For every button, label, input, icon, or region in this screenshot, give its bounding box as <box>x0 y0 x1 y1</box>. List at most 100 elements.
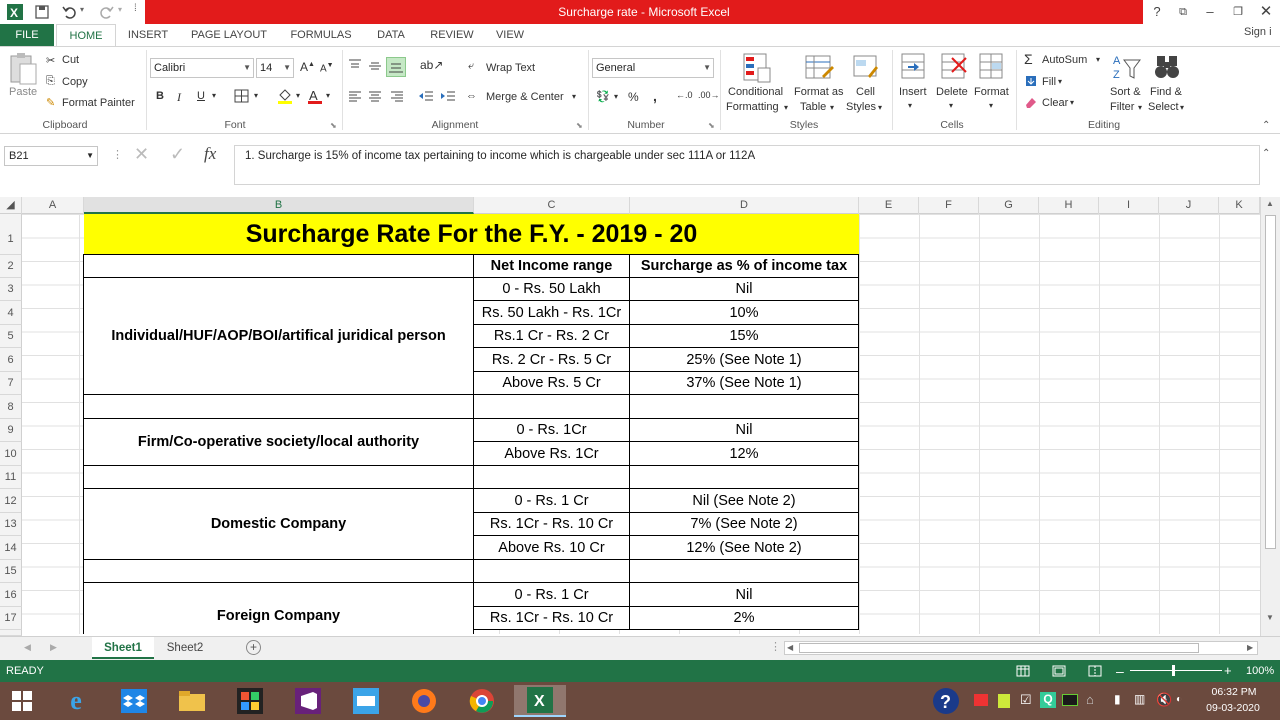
row-header[interactable]: 7 <box>0 372 22 395</box>
row-header[interactable]: 5 <box>0 325 22 348</box>
zoom-out-icon[interactable]: – <box>1116 660 1124 682</box>
income-range-cell[interactable]: Above Rs. 10 Cr <box>474 536 630 560</box>
conditional-formatting-line2[interactable]: Formatting <box>726 101 779 113</box>
format-painter-button[interactable]: Format Painter <box>62 97 135 109</box>
font-color-icon[interactable]: A <box>306 87 324 105</box>
surcharge-rate-cell[interactable]: Nil (See Note 2) <box>630 489 859 513</box>
tab-file[interactable]: FILE <box>0 24 54 46</box>
chevron-down-icon[interactable]: ▾ <box>212 91 216 100</box>
chevron-down-icon[interactable]: ▾ <box>784 103 788 112</box>
tab-formulas[interactable]: FORMULAS <box>284 24 358 46</box>
column-header[interactable]: D <box>630 197 859 214</box>
surcharge-rate-cell[interactable]: 12% <box>630 442 859 466</box>
find-select-line2[interactable]: Select <box>1148 101 1179 113</box>
insert-function-icon[interactable]: fx <box>204 144 216 164</box>
row-header[interactable]: 3 <box>0 278 22 301</box>
row-header[interactable]: 17 <box>0 607 22 630</box>
column-header-selected[interactable]: B <box>84 197 474 214</box>
taskbar-chrome[interactable] <box>462 685 502 717</box>
excel-app-icon[interactable]: X <box>6 3 24 21</box>
tab-page-layout[interactable]: PAGE LAYOUT <box>186 24 272 46</box>
column-header[interactable]: A <box>22 197 84 214</box>
zoom-slider-thumb[interactable] <box>1172 665 1175 676</box>
network-icon[interactable]: ▥ <box>1134 692 1145 706</box>
add-sheet-icon[interactable]: + <box>246 640 261 655</box>
chevron-down-icon[interactable]: ▾ <box>614 92 618 101</box>
format-button[interactable]: Format <box>974 86 1009 98</box>
copy-button[interactable]: Copy <box>62 76 88 88</box>
increase-indent-icon[interactable] <box>440 90 456 102</box>
income-range-cell[interactable]: Rs. 50 Lakh - Rs. 1Cr <box>474 301 630 325</box>
sign-in-link[interactable]: Sign i <box>1244 26 1272 38</box>
orientation-icon[interactable]: ab↗ <box>420 58 443 72</box>
dialog-launcher-icon[interactable]: ⬊ <box>576 121 583 130</box>
minimize-icon[interactable]: – <box>1200 2 1220 22</box>
comma-button[interactable]: , <box>653 88 657 104</box>
cancel-formula-icon[interactable]: ✕ <box>134 144 149 165</box>
tray-icon[interactable] <box>998 694 1010 708</box>
blank-cell[interactable] <box>84 466 474 489</box>
blank-cell[interactable] <box>630 560 859 583</box>
vertical-scroll-thumb[interactable] <box>1265 215 1276 549</box>
chevron-down-icon[interactable]: ▾ <box>1070 98 1074 107</box>
borders-icon[interactable] <box>234 89 250 103</box>
taskbar-app[interactable] <box>230 685 270 717</box>
row-header[interactable]: 15 <box>0 560 22 583</box>
row-header[interactable]: 12 <box>0 489 22 513</box>
taskbar-date[interactable]: 09-03-2020 <box>1202 702 1264 714</box>
category-foreign-cell[interactable]: Foreign Company <box>84 583 474 634</box>
battery-icon[interactable]: ▮ <box>1114 692 1121 706</box>
sort-filter-icon[interactable]: AZ <box>1112 52 1142 82</box>
paste-button[interactable]: Paste <box>9 86 37 98</box>
surcharge-rate-cell[interactable]: Nil <box>630 583 859 607</box>
clear-button[interactable]: Clear <box>1042 97 1068 109</box>
chevron-down-icon[interactable]: ▾ <box>1096 55 1100 64</box>
income-range-cell[interactable]: Rs.1 Cr - Rs. 2 Cr <box>474 325 630 348</box>
taskbar-time[interactable]: 06:32 PM <box>1204 686 1264 698</box>
chevron-down-icon[interactable]: ▾ <box>1058 77 1062 86</box>
bold-button[interactable]: B <box>156 90 164 102</box>
vertical-scrollbar[interactable]: ▲ ▼ <box>1260 197 1280 637</box>
enter-formula-icon[interactable]: ✓ <box>170 144 185 165</box>
number-format-select[interactable]: General ▼ <box>592 58 714 78</box>
cell-styles-line2[interactable]: Styles <box>846 101 876 113</box>
eraser-icon[interactable] <box>1024 95 1038 109</box>
increase-font-icon[interactable]: A▲ <box>300 60 315 74</box>
align-center-icon[interactable] <box>368 90 382 102</box>
row-header[interactable]: 4 <box>0 301 22 325</box>
column-header[interactable]: E <box>859 197 919 214</box>
italic-button[interactable]: I <box>177 90 181 105</box>
next-sheet-icon[interactable]: ▶ <box>50 642 57 653</box>
page-layout-view-icon[interactable] <box>1052 665 1066 677</box>
column-header[interactable]: K <box>1219 197 1260 214</box>
taskbar-firefox[interactable] <box>404 685 444 717</box>
font-name-select[interactable]: Calibri ▼ <box>150 58 254 78</box>
tab-data[interactable]: DATA <box>370 24 412 46</box>
sheet-tab-active[interactable]: Sheet1 <box>92 637 154 659</box>
collapse-ribbon-icon[interactable]: ⌃ <box>1262 120 1270 131</box>
surcharge-rate-cell[interactable]: Nil <box>630 278 859 301</box>
wrap-text-button[interactable]: Wrap Text <box>486 62 535 74</box>
undo-dropdown-icon[interactable]: ▾ <box>80 5 84 14</box>
chevron-down-icon[interactable]: ▾ <box>878 103 882 112</box>
decrease-font-icon[interactable]: A▼ <box>320 62 334 74</box>
delete-button[interactable]: Delete <box>936 86 968 98</box>
format-cells-icon[interactable] <box>978 52 1006 82</box>
align-top-icon[interactable] <box>348 58 362 72</box>
category-domestic-cell[interactable]: Domestic Company <box>84 489 474 560</box>
zoom-in-icon[interactable]: + <box>1224 660 1232 682</box>
scroll-left-icon[interactable]: ◀ <box>787 643 793 652</box>
blank-cell[interactable] <box>474 560 630 583</box>
row-header[interactable]: 10 <box>0 442 22 466</box>
column-header[interactable]: G <box>979 197 1039 214</box>
format-as-table-line1[interactable]: Format as <box>794 86 844 98</box>
blank-cell[interactable] <box>474 395 630 419</box>
decrease-decimal-icon[interactable]: .00→ <box>698 90 720 100</box>
save-icon[interactable] <box>34 4 50 20</box>
cell-styles-line1[interactable]: Cell <box>856 86 875 98</box>
income-range-cell[interactable]: Above Rs. 5 Cr <box>474 372 630 395</box>
redo-dropdown-icon[interactable]: ▾ <box>118 5 122 14</box>
tray-icon[interactable] <box>974 694 988 706</box>
surcharge-rate-cell[interactable]: 7% (See Note 2) <box>630 513 859 536</box>
tab-split-handle-icon[interactable]: ⋮ <box>770 640 781 653</box>
